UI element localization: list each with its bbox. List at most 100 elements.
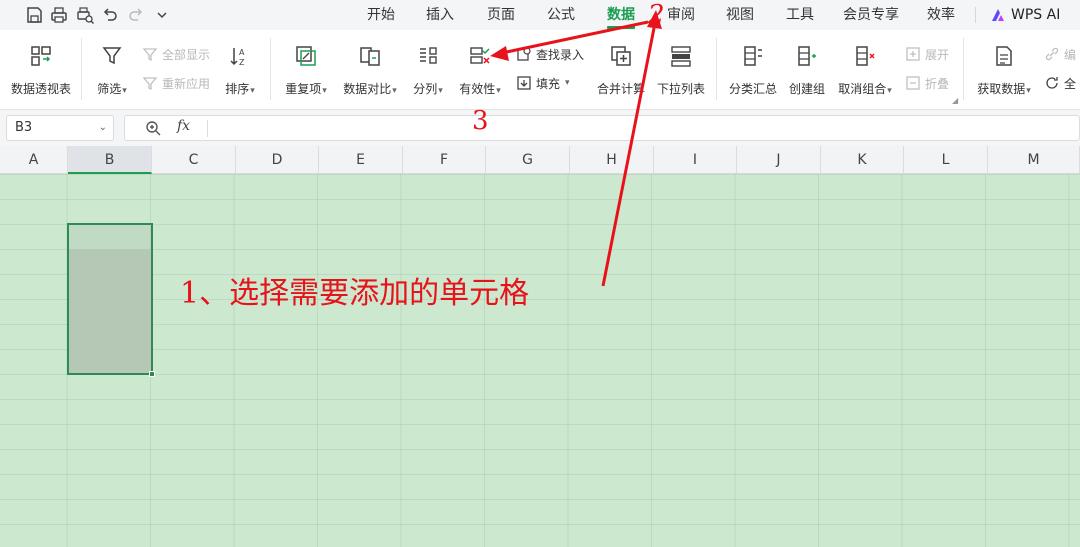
consolidate-icon (608, 43, 634, 69)
subtotal-icon (740, 43, 766, 69)
edit-links-button[interactable]: 编 (1044, 44, 1076, 64)
sort-button[interactable]: AZ 排序▾ (222, 43, 258, 97)
dropdown-list-label: 下拉列表 (656, 82, 705, 96)
expand-label: 展开 (925, 47, 950, 62)
ungroup-button[interactable]: 取消组合▾ (836, 43, 894, 97)
create-group-button[interactable]: 创建组 (788, 43, 826, 97)
fill-button[interactable]: 填充 ▾ (516, 73, 570, 93)
column-header-m[interactable]: M (988, 146, 1080, 174)
name-box-value: B3 (15, 120, 33, 135)
column-header-d[interactable]: D (236, 146, 319, 174)
fill-icon (517, 76, 531, 90)
wps-ai-button[interactable]: WPS AI (990, 0, 1060, 30)
chevron-down-icon[interactable]: ▾ (1026, 86, 1031, 96)
tab-review[interactable]: 审阅 (667, 0, 695, 30)
divider (270, 38, 271, 100)
expand-button[interactable]: 展开 (905, 44, 949, 64)
pivot-table-button[interactable]: 数据透视表 (10, 43, 72, 97)
sort-icon: AZ (227, 43, 253, 69)
show-all-button[interactable]: 全部显示 (142, 44, 210, 64)
selected-cells[interactable] (69, 249, 151, 373)
column-header-f[interactable]: F (403, 146, 486, 174)
validation-icon (467, 43, 493, 69)
column-headers: A B C D E F G H I J K L M (0, 146, 1080, 174)
split-columns-icon (415, 43, 441, 69)
chevron-down-icon[interactable]: ▾ (392, 86, 397, 96)
column-header-c[interactable]: C (152, 146, 236, 174)
chevron-down-icon[interactable]: ▾ (496, 86, 501, 96)
column-header-a[interactable]: A (0, 146, 68, 174)
tab-view[interactable]: 视图 (726, 0, 754, 30)
dropdown-list-button[interactable]: 下拉列表 (655, 43, 707, 97)
print-icon[interactable] (49, 5, 69, 25)
data-compare-button[interactable]: 数据对比▾ (341, 43, 399, 97)
chevron-down-icon[interactable]: ▾ (322, 86, 327, 96)
tab-member[interactable]: 会员专享 (843, 0, 899, 30)
chevron-down-icon[interactable]: ⌄ (99, 116, 107, 140)
filter-button[interactable]: 筛选▾ (94, 43, 130, 97)
cell-grid[interactable] (0, 174, 1080, 547)
insert-function-icon[interactable]: fx (177, 118, 190, 134)
split-columns-button[interactable]: 分列▾ (410, 43, 446, 97)
undo-icon[interactable] (100, 5, 120, 25)
column-header-j[interactable]: J (737, 146, 821, 174)
wps-ai-label: WPS AI (1011, 7, 1061, 23)
chevron-down-icon[interactable]: ▾ (122, 86, 127, 96)
get-data-button[interactable]: 获取数据▾ (974, 43, 1034, 97)
chevron-down-icon[interactable] (152, 5, 172, 25)
tab-efficiency[interactable]: 效率 (927, 0, 955, 30)
refresh-icon (1046, 77, 1058, 89)
print-preview-icon[interactable] (75, 5, 95, 25)
link-icon (1045, 47, 1059, 61)
fill-handle[interactable] (149, 371, 155, 377)
lookup-icon (517, 47, 531, 61)
get-data-label: 获取数据 (977, 82, 1026, 96)
svg-text:Z: Z (239, 58, 245, 67)
subtotal-button[interactable]: 分类汇总 (728, 43, 778, 97)
refresh-all-button[interactable]: 全 (1044, 73, 1076, 93)
annotation-step-1: 1、选择需要添加的单元格 (180, 276, 530, 311)
zoom-icon[interactable] (145, 120, 162, 137)
chevron-down-icon[interactable]: ▾ (565, 78, 570, 88)
reapply-button[interactable]: 重新应用 (142, 73, 210, 93)
group-icon (794, 43, 820, 69)
chevron-down-icon[interactable]: ▾ (887, 86, 892, 96)
chevron-down-icon[interactable]: ▾ (438, 86, 443, 96)
filter-icon (99, 43, 125, 69)
column-header-k[interactable]: K (821, 146, 904, 174)
column-header-i[interactable]: I (654, 146, 737, 174)
tab-formula[interactable]: 公式 (547, 0, 575, 30)
tab-home[interactable]: 开始 (367, 0, 395, 30)
wps-ai-icon (992, 9, 1004, 21)
filter-reapply-icon (142, 77, 158, 91)
column-header-h[interactable]: H (570, 146, 654, 174)
column-header-g[interactable]: G (486, 146, 570, 174)
column-header-e[interactable]: E (319, 146, 403, 174)
chevron-down-icon[interactable]: ▾ (250, 86, 255, 96)
collapse-button[interactable]: 折叠 (905, 73, 949, 93)
redo-icon[interactable] (126, 5, 146, 25)
collapse-icon (906, 76, 920, 90)
ungroup-label: 取消组合 (838, 82, 887, 96)
tab-page[interactable]: 页面 (487, 0, 515, 30)
ribbon-toolbar: 数据透视表 筛选▾ 全部显示 重新应用 AZ 排序▾ 重复项▾ 数据对比▾ 分列… (0, 30, 1080, 110)
name-box[interactable]: B3 ⌄ (6, 115, 114, 141)
reapply-label: 重新应用 (162, 76, 211, 91)
formula-bar: B3 ⌄ fx (0, 110, 1080, 146)
duplicates-button[interactable]: 重复项▾ (283, 43, 329, 97)
lookup-entry-button[interactable]: 查找录入 (516, 44, 584, 64)
data-compare-label: 数据对比 (343, 82, 392, 96)
column-header-b[interactable]: B (68, 146, 152, 174)
save-icon[interactable] (24, 5, 44, 25)
divider (716, 38, 717, 100)
fill-label: 填充 (536, 76, 561, 91)
split-label: 分列 (413, 82, 438, 96)
tab-tools[interactable]: 工具 (786, 0, 814, 30)
validation-button[interactable]: 有效性▾ (456, 43, 504, 97)
active-tab-indicator (607, 26, 635, 29)
consolidate-button[interactable]: 合并计算 (596, 43, 646, 97)
column-header-l[interactable]: L (904, 146, 988, 174)
tab-insert[interactable]: 插入 (426, 0, 454, 30)
formula-input[interactable] (215, 120, 1015, 137)
ribbon-expand-corner-icon[interactable]: ◢ (952, 96, 958, 105)
